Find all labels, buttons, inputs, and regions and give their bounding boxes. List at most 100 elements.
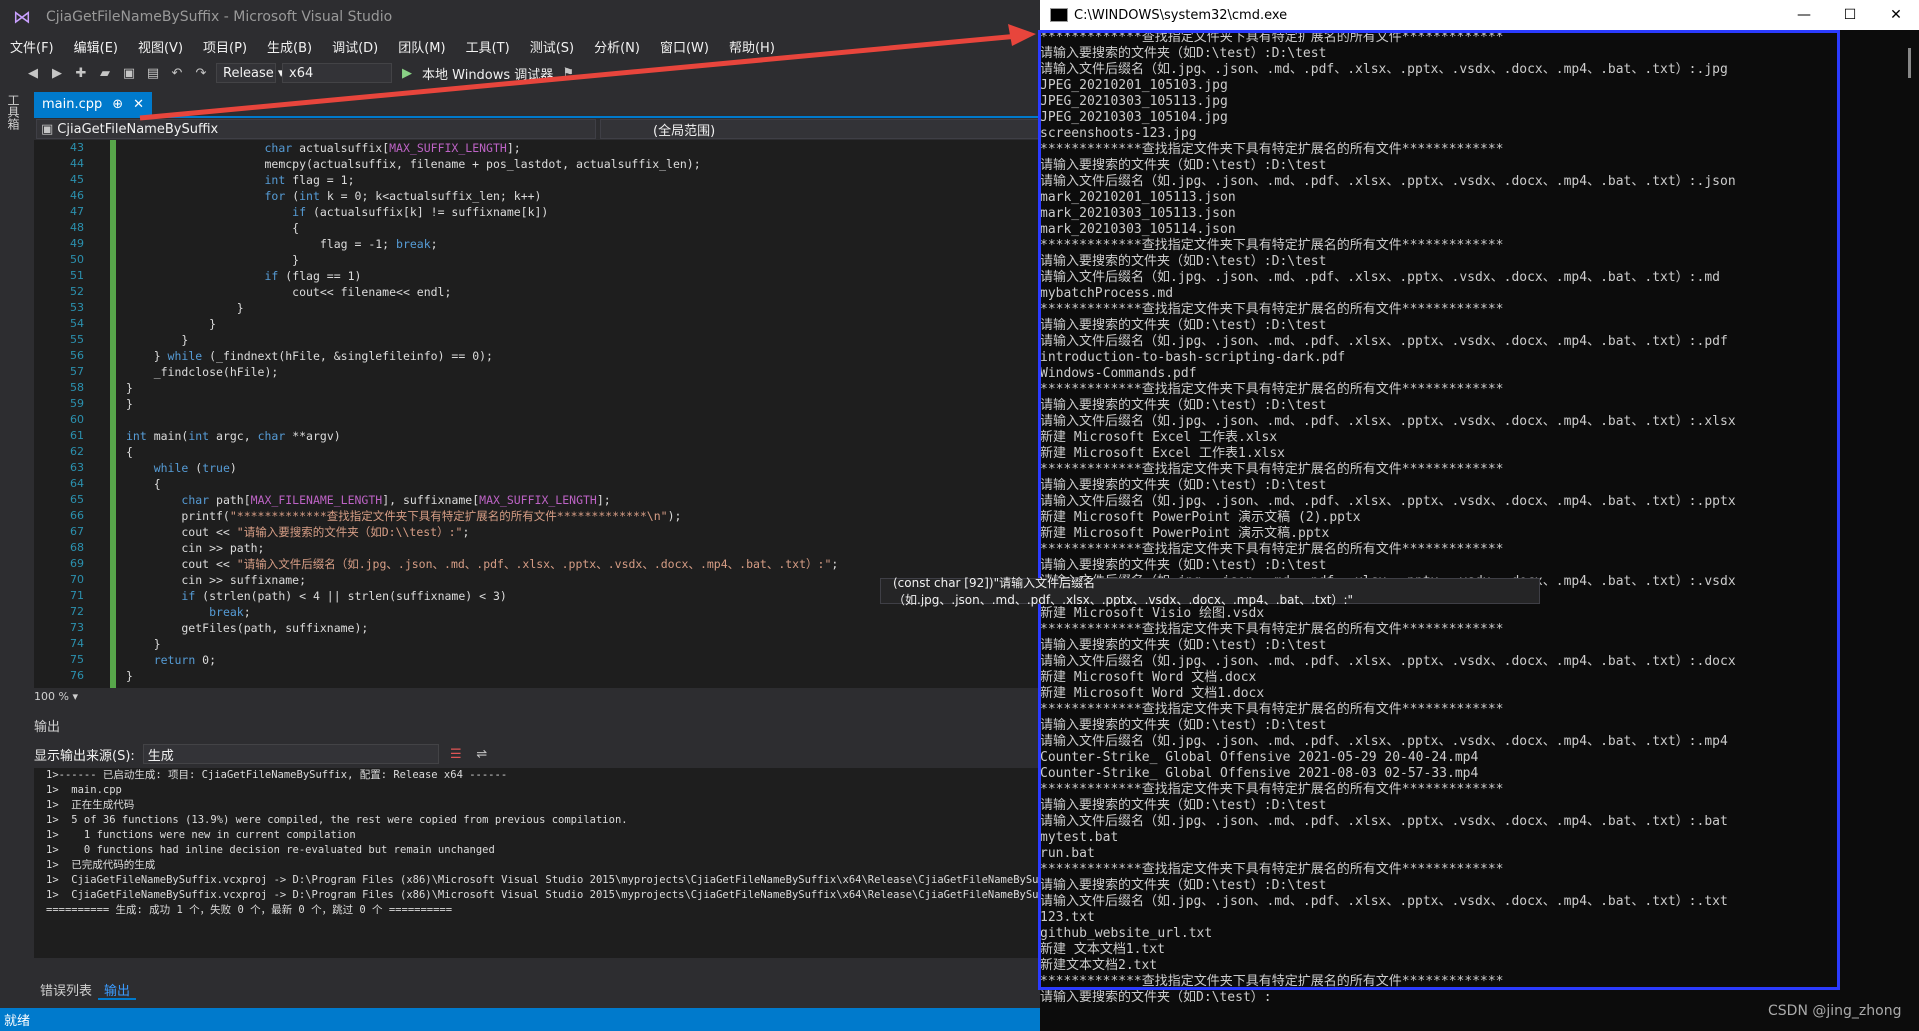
line-number: 72 bbox=[70, 605, 84, 618]
line-number: 45 bbox=[70, 173, 84, 186]
vs-toolbar: ◀ ▶ ✚ ▰ ▣ ▤ ↶ ↷ Release ▾ x64 ▶ 本地 Windo… bbox=[0, 58, 1040, 88]
line-number: 44 bbox=[70, 157, 84, 170]
console-scrollbar[interactable] bbox=[1902, 30, 1919, 1031]
output-line: 1> 正在生成代码 bbox=[46, 799, 135, 811]
code-line: return 0; bbox=[153, 653, 217, 667]
line-number: 60 bbox=[70, 413, 84, 426]
output-line: ========== 生成: 成功 1 个，失败 0 个，最新 0 个，跳过 0… bbox=[46, 904, 453, 916]
platform-select[interactable]: x64 bbox=[282, 63, 392, 83]
code-line: _findclose(hFile); bbox=[126, 365, 279, 379]
zoom-level[interactable]: 100 % ▾ bbox=[34, 690, 1040, 706]
code-line: int flag = 1; bbox=[264, 173, 355, 187]
menu-item-1[interactable]: 编辑(E) bbox=[64, 37, 128, 56]
line-number: 46 bbox=[70, 189, 84, 202]
code-line: } bbox=[126, 397, 133, 411]
line-number: 74 bbox=[70, 637, 84, 650]
vs-title-bar: ⋈ CjiaGetFileNameBySuffix - Microsoft Vi… bbox=[0, 0, 1040, 34]
menu-item-9[interactable]: 分析(N) bbox=[584, 37, 650, 56]
menu-item-6[interactable]: 团队(M) bbox=[388, 37, 455, 56]
menu-item-4[interactable]: 生成(B) bbox=[257, 37, 322, 56]
tab-error-list[interactable]: 错误列表 bbox=[34, 978, 98, 1000]
output-toolbar: 显示输出来源(S): 生成 ☰ ⇌ bbox=[34, 742, 1040, 766]
word-wrap-icon[interactable]: ⇌ bbox=[473, 745, 491, 763]
output-text: 1>------ 已启动生成: 项目: CjiaGetFileNameBySuf… bbox=[34, 768, 1040, 958]
new-project-icon[interactable]: ✚ bbox=[72, 64, 90, 82]
output-line: 1> main.cpp bbox=[46, 784, 122, 796]
save-icon[interactable]: ▣ bbox=[120, 64, 138, 82]
menu-item-10[interactable]: 窗口(W) bbox=[650, 37, 719, 56]
tab-output[interactable]: 输出 bbox=[98, 978, 137, 1000]
output-source-select[interactable]: 生成 bbox=[142, 744, 439, 764]
line-number: 66 bbox=[70, 509, 84, 522]
code-line: } bbox=[126, 669, 133, 683]
bottom-tool-tabs: 错误列表 输出 bbox=[34, 978, 137, 1000]
back-icon[interactable]: ◀ bbox=[24, 64, 42, 82]
project-dropdown[interactable]: ▣ CjiaGetFileNameBySuffix bbox=[36, 119, 596, 139]
menu-item-5[interactable]: 调试(D) bbox=[322, 37, 388, 56]
code-editor[interactable]: 43 44 45 46 47 48 49 50 51 52 53 54 55 56 57 58 59 60 61 62… bbox=[34, 140, 1040, 688]
config-select[interactable]: Release ▾ bbox=[216, 63, 284, 83]
run-debugger-button[interactable]: 本地 Windows 调试器 bbox=[422, 64, 553, 83]
minimize-button[interactable]: — bbox=[1781, 0, 1827, 30]
code-line: cout<< filename<< endl; bbox=[126, 285, 452, 299]
line-number: 47 bbox=[70, 205, 84, 218]
code-line: getFiles(path, suffixname); bbox=[126, 621, 369, 635]
line-number: 57 bbox=[70, 365, 84, 378]
menu-item-3[interactable]: 项目(P) bbox=[193, 37, 257, 56]
run-icon[interactable]: ▶ bbox=[398, 64, 416, 82]
line-number: 75 bbox=[70, 653, 84, 666]
code-line: { bbox=[126, 445, 133, 459]
code-line: cin >> path; bbox=[126, 541, 265, 555]
code-line: for (int k = 0; k<actualsuffix_len; k++) bbox=[264, 189, 542, 203]
undo-icon[interactable]: ↶ bbox=[168, 64, 186, 82]
line-number: 53 bbox=[70, 301, 84, 314]
line-number: 58 bbox=[70, 381, 84, 394]
line-number-gutter: 43 44 45 46 47 48 49 50 51 52 53 54 55 56 57 58 59 60 61 62… bbox=[34, 140, 88, 688]
code-line: } bbox=[126, 637, 161, 651]
scroll-thumb[interactable] bbox=[1908, 48, 1911, 78]
line-number: 71 bbox=[70, 589, 84, 602]
code-line: char actualsuffix[MAX_SUFFIX_LENGTH]; bbox=[264, 141, 521, 155]
menu-item-8[interactable]: 测试(S) bbox=[520, 37, 584, 56]
output-source-value: 生成 bbox=[147, 748, 174, 764]
output-line: 1> 5 of 36 functions (13.9%) were compil… bbox=[46, 814, 628, 826]
cmd-title-text: C:\WINDOWS\system32\cmd.exe bbox=[1074, 7, 1288, 23]
maximize-button[interactable]: ☐ bbox=[1827, 0, 1873, 30]
code-line: if (actualsuffix[k] != suffixname[k]) bbox=[292, 205, 549, 219]
output-line: 1> CjiaGetFileNameBySuffix.vcxproj -> D:… bbox=[46, 874, 1040, 886]
cmd-title-bar: C:\WINDOWS\system32\cmd.exe — ☐ ✕ bbox=[1040, 0, 1919, 30]
toolbox-side-panel[interactable]: 工具箱 bbox=[0, 88, 26, 1008]
code-line: if (flag == 1) bbox=[264, 269, 362, 283]
pin-icon[interactable]: ⊕ bbox=[112, 97, 123, 112]
close-icon[interactable]: ✕ bbox=[133, 97, 144, 112]
clear-all-icon[interactable]: ☰ bbox=[447, 745, 465, 763]
line-number: 76 bbox=[70, 669, 84, 682]
code-line: { bbox=[126, 221, 300, 235]
menu-item-0[interactable]: 文件(F) bbox=[0, 37, 64, 56]
forward-icon[interactable]: ▶ bbox=[48, 64, 66, 82]
menu-item-7[interactable]: 工具(T) bbox=[456, 37, 520, 56]
output-line: 1> CjiaGetFileNameBySuffix.vcxproj -> D:… bbox=[46, 889, 1040, 901]
open-folder-icon[interactable]: ▰ bbox=[96, 64, 114, 82]
menu-item-11[interactable]: 帮助(H) bbox=[719, 37, 785, 56]
code-line: flag = -1; break; bbox=[126, 237, 438, 251]
bookmark-icon[interactable]: ⚑ bbox=[559, 64, 577, 82]
highlight-box bbox=[1038, 30, 1840, 990]
line-number: 56 bbox=[70, 349, 84, 362]
code-line: } bbox=[126, 317, 217, 331]
vs-logo-icon: ⋈ bbox=[13, 6, 31, 28]
line-number: 65 bbox=[70, 493, 84, 506]
tab-main-cpp[interactable]: main.cpp ⊕ ✕ bbox=[34, 92, 153, 116]
code-line: } while (_findnext(hFile, &singlefileinf… bbox=[126, 349, 493, 363]
vs-title-text: CjiaGetFileNameBySuffix - Microsoft Visu… bbox=[46, 9, 393, 25]
redo-icon[interactable]: ↷ bbox=[192, 64, 210, 82]
line-number: 52 bbox=[70, 285, 84, 298]
scope-dropdown[interactable]: (全局范围) bbox=[600, 119, 1040, 139]
line-number: 48 bbox=[70, 221, 84, 234]
menu-item-2[interactable]: 视图(V) bbox=[128, 37, 193, 56]
close-button[interactable]: ✕ bbox=[1873, 0, 1919, 30]
line-number: 73 bbox=[70, 621, 84, 634]
save-all-icon[interactable]: ▤ bbox=[144, 64, 162, 82]
line-number: 43 bbox=[70, 141, 84, 154]
